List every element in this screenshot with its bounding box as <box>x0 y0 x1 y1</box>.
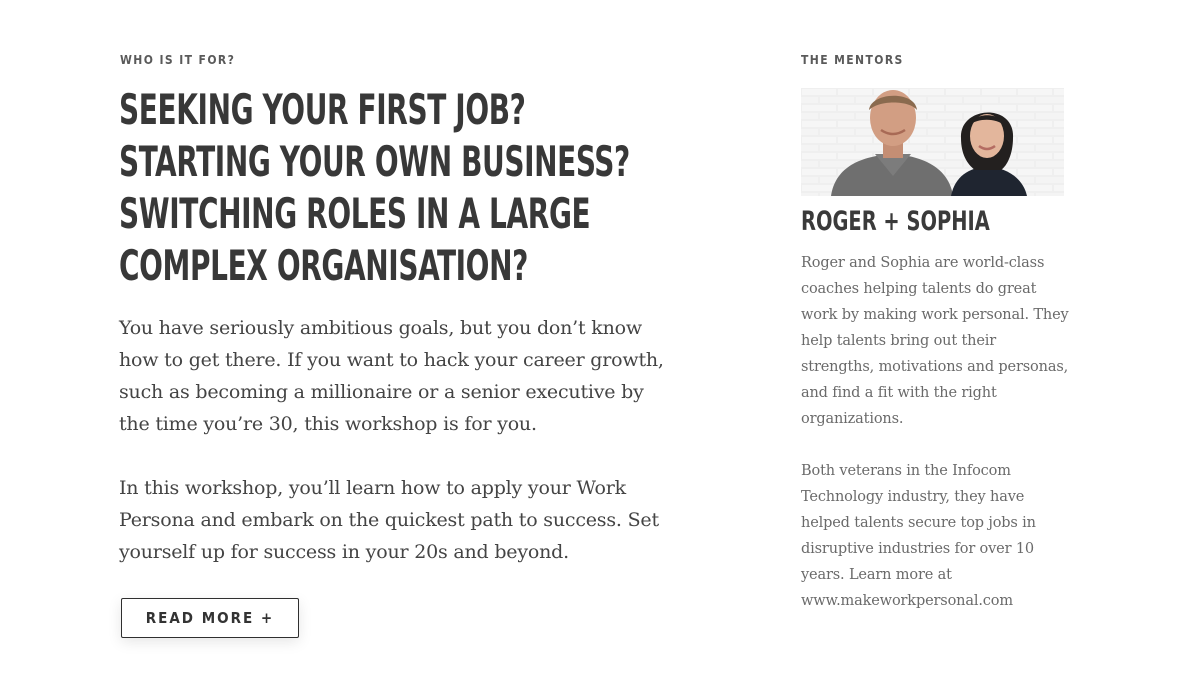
mentors-photo <box>801 88 1064 196</box>
workshop-paragraph: In this workshop, you’ll learn how to ap… <box>119 477 659 563</box>
intro-paragraph: You have seriously ambitious goals, but … <box>119 317 664 435</box>
headline-line: SWITCHING ROLES IN A LARGE <box>119 189 591 238</box>
section-headline: SEEKING YOUR FIRST JOB? STARTING YOUR OW… <box>119 84 681 292</box>
section-eyebrow: WHO IS IT FOR? <box>120 53 236 67</box>
mentors-bio-paragraph: Roger and Sophia are world-class coaches… <box>801 255 1069 427</box>
read-more-button[interactable]: READ MORE + <box>121 598 299 638</box>
mentors-name: ROGER + SOPHIA <box>801 206 990 237</box>
mentors-experience-paragraph: Both veterans in the Infocom Technology … <box>801 463 1036 609</box>
mentors-eyebrow: THE MENTORS <box>801 53 904 67</box>
headline-line: SEEKING YOUR FIRST JOB? <box>119 85 526 134</box>
headline-line: COMPLEX ORGANISATION? <box>119 241 528 290</box>
headline-line: STARTING YOUR OWN BUSINESS? <box>119 137 630 186</box>
